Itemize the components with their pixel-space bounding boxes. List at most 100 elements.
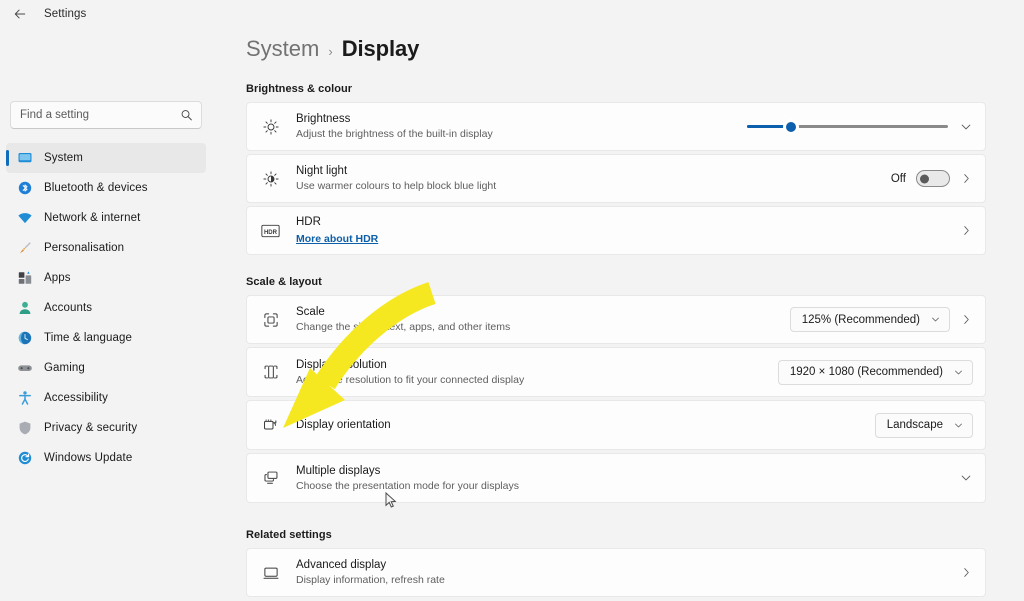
- monitor-icon: [17, 150, 33, 166]
- sidebar-item-personalisation[interactable]: Personalisation: [6, 233, 206, 263]
- scale-dropdown[interactable]: 125% (Recommended): [789, 307, 950, 332]
- resolution-icon: [261, 363, 280, 382]
- apps-icon: [17, 270, 33, 286]
- gamepad-icon: [17, 360, 33, 376]
- chevron-right-icon[interactable]: [960, 566, 973, 579]
- app-title: Settings: [44, 8, 87, 20]
- update-icon: [17, 450, 33, 466]
- display-orientation-text: Display orientation: [296, 418, 875, 432]
- display-orientation-dropdown[interactable]: Landscape: [874, 412, 973, 438]
- bluetooth-icon: [17, 180, 33, 196]
- sidebar-item-label: Bluetooth & devices: [44, 182, 148, 194]
- display-resolution-title: Display resolution: [296, 358, 387, 371]
- sidebar-item-bluetooth-devices[interactable]: Bluetooth & devices: [6, 173, 206, 203]
- sidebar-item-windows-update[interactable]: Windows Update: [6, 443, 206, 473]
- sidebar-item-label: Privacy & security: [44, 422, 138, 434]
- title-bar: Settings: [0, 0, 212, 28]
- back-arrow-icon: [14, 9, 26, 19]
- chevron-down-icon[interactable]: [958, 119, 973, 134]
- search-box[interactable]: [10, 101, 202, 129]
- shield-icon: [17, 420, 33, 436]
- orientation-icon: [261, 416, 280, 435]
- scale-controls: 125% (Recommended): [789, 307, 973, 332]
- night-light-toggle[interactable]: [916, 170, 950, 187]
- sidebar-item-privacy-security[interactable]: Privacy & security: [6, 413, 206, 443]
- wifi-icon: [17, 210, 33, 226]
- multiple-displays-subtitle: Choose the presentation mode for your di…: [296, 479, 519, 492]
- scale-subtitle: Change the size of text, apps, and other…: [296, 321, 511, 333]
- advanced-display-controls: [960, 566, 973, 579]
- svg-text:HDR: HDR: [264, 229, 278, 235]
- multiple-displays-icon: [261, 469, 280, 488]
- scale-icon: [261, 310, 280, 329]
- night-light-card[interactable]: Night light Use warmer colours to help b…: [246, 154, 986, 203]
- accessibility-icon: [17, 390, 33, 406]
- paintbrush-icon: [17, 240, 33, 256]
- section-title-scale-layout: Scale & layout: [246, 276, 322, 288]
- sun-icon: [261, 117, 280, 136]
- more-about-hdr-link[interactable]: More about HDR: [296, 232, 378, 246]
- brightness-card[interactable]: Brightness Adjust the brightness of the …: [246, 102, 986, 151]
- search-icon: [180, 109, 193, 122]
- chevron-right-icon[interactable]: [960, 172, 973, 185]
- display-orientation-card[interactable]: Display orientation Landscape: [246, 400, 986, 450]
- hdr-card[interactable]: HDR HDR More about HDR: [246, 206, 986, 255]
- section-title-brightness-colour: Brightness & colour: [246, 83, 353, 95]
- scale-card[interactable]: Scale Change the size of text, apps, and…: [246, 295, 986, 344]
- display-resolution-text: Display resolution Adjust the resolution…: [296, 358, 778, 387]
- globe-clock-icon: [17, 330, 33, 346]
- night-light-icon: [261, 169, 280, 188]
- sidebar-item-label: Accessibility: [44, 392, 108, 404]
- chevron-right-icon[interactable]: [960, 313, 973, 326]
- sidebar-item-time-language[interactable]: Time & language: [6, 323, 206, 353]
- chevron-right-icon[interactable]: [960, 224, 973, 237]
- brightness-slider[interactable]: [747, 118, 948, 136]
- sidebar-item-accessibility[interactable]: Accessibility: [6, 383, 206, 413]
- breadcrumb-parent[interactable]: System: [246, 36, 319, 62]
- scale-title: Scale: [296, 306, 325, 318]
- hdr-icon: HDR: [261, 221, 280, 240]
- sidebar-item-network-internet[interactable]: Network & internet: [6, 203, 206, 233]
- display-orientation-dropdown-value: Landscape: [886, 419, 943, 431]
- advanced-display-icon: [261, 563, 280, 582]
- scale-text: Scale Change the size of text, apps, and…: [296, 305, 790, 334]
- search-input[interactable]: [11, 102, 201, 128]
- sidebar-item-label: Apps: [44, 272, 71, 284]
- brightness-subtitle: Adjust the brightness of the built-in di…: [296, 128, 493, 140]
- advanced-display-title: Advanced display: [296, 559, 387, 571]
- breadcrumb-separator-icon: ›: [328, 44, 333, 59]
- hdr-controls: [960, 224, 973, 237]
- breadcrumb: System › Display: [246, 36, 986, 62]
- account-icon: [17, 300, 33, 316]
- page-title: Display: [341, 36, 420, 61]
- night-light-subtitle: Use warmer colours to help block blue li…: [296, 180, 497, 192]
- chevron-down-icon: [953, 420, 964, 431]
- scale-layout-group: Scale Change the size of text, apps, and…: [246, 295, 986, 503]
- sidebar-item-label: Network & internet: [44, 212, 141, 224]
- settings-window: Settings Find a setting System Bluetooth…: [0, 0, 1024, 601]
- sidebar-item-accounts[interactable]: Accounts: [6, 293, 206, 323]
- main-content: System › Display Brightness & colour Bri…: [212, 0, 1024, 601]
- advanced-display-card[interactable]: Advanced display Display information, re…: [246, 548, 986, 597]
- slider-thumb[interactable]: [783, 118, 800, 135]
- section-title-related-settings: Related settings: [246, 529, 332, 541]
- advanced-display-text: Advanced display Display information, re…: [296, 558, 960, 587]
- chevron-down-icon[interactable]: [958, 471, 973, 486]
- scale-dropdown-value: 125% (Recommended): [801, 313, 920, 326]
- hdr-title: HDR: [296, 215, 321, 228]
- sidebar-item-system[interactable]: System: [6, 143, 206, 173]
- chevron-down-icon: [953, 367, 964, 378]
- related-settings-group: Advanced display Display information, re…: [246, 548, 986, 597]
- night-light-title: Night light: [296, 165, 348, 177]
- display-resolution-controls: 1920 × 1080 (Recommended): [777, 359, 973, 385]
- sidebar-item-label: Gaming: [44, 362, 85, 374]
- multiple-displays-card[interactable]: Multiple displays Choose the presentatio…: [246, 453, 986, 503]
- display-resolution-card[interactable]: Display resolution Adjust the resolution…: [246, 347, 986, 397]
- sidebar-item-gaming[interactable]: Gaming: [6, 353, 206, 383]
- display-resolution-dropdown[interactable]: 1920 × 1080 (Recommended): [777, 359, 973, 385]
- display-resolution-subtitle: Adjust the resolution to fit your connec…: [296, 373, 525, 386]
- sidebar-item-label: Personalisation: [44, 242, 125, 254]
- back-button[interactable]: [10, 4, 30, 24]
- multiple-displays-controls: [958, 471, 973, 486]
- sidebar-item-apps[interactable]: Apps: [6, 263, 206, 293]
